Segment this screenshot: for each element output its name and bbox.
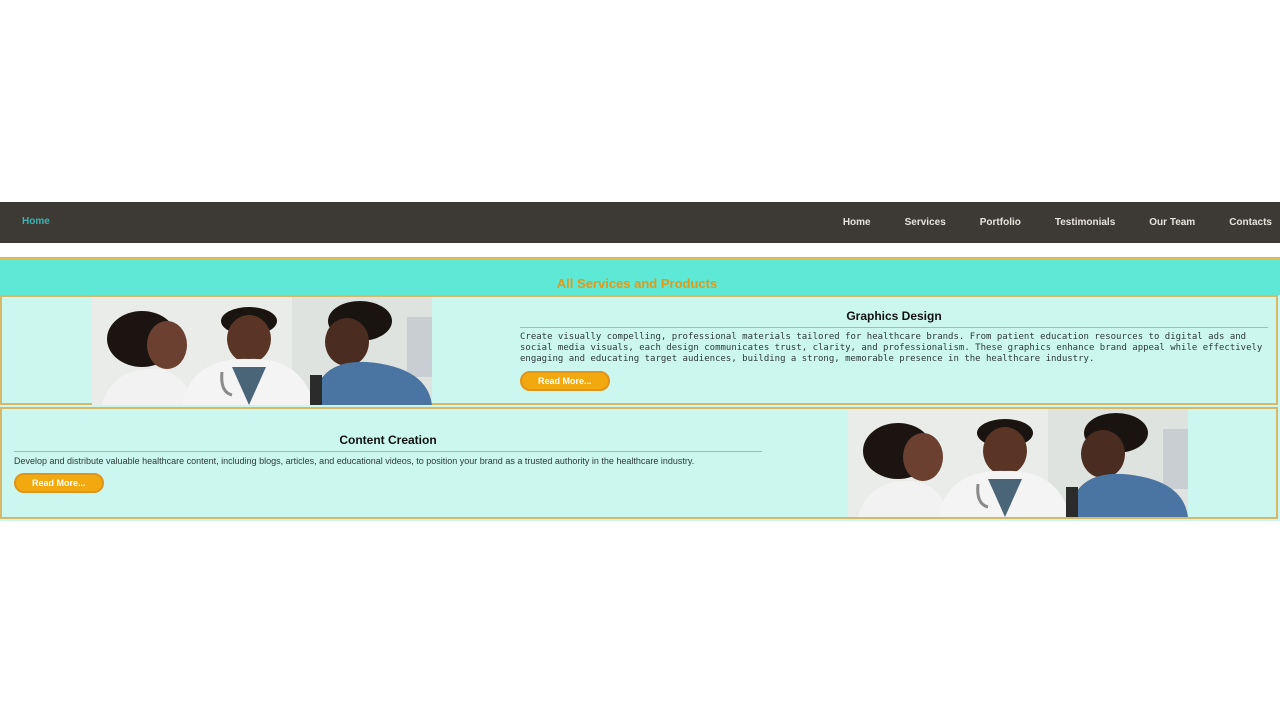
nav-our-team[interactable]: Our Team	[1149, 217, 1195, 228]
nav-portfolio[interactable]: Portfolio	[980, 217, 1021, 228]
card-title: Graphics Design	[520, 309, 1268, 328]
nav-services[interactable]: Services	[905, 217, 946, 228]
card-title: Content Creation	[14, 433, 762, 452]
doctors-photo	[92, 297, 432, 405]
nav-home[interactable]: Home	[843, 217, 871, 228]
brand-link[interactable]: Home	[22, 216, 50, 227]
read-more-button[interactable]: Read More...	[520, 371, 610, 391]
services-section: All Services and Products Graphics Desig…	[0, 257, 1280, 521]
services-header: All Services and Products	[0, 259, 1280, 295]
card-description: Develop and distribute valuable healthca…	[14, 456, 695, 466]
services-title: All Services and Products	[556, 276, 718, 291]
service-card-content-creation: Content Creation Develop and distribute …	[0, 407, 1278, 519]
nav-testimonials[interactable]: Testimonials	[1055, 217, 1115, 228]
nav-contacts[interactable]: Contacts	[1229, 217, 1272, 228]
graphics-design-text: Graphics Design Create visually compelli…	[520, 309, 1268, 391]
navbar: Home Home Services Portfolio Testimonial…	[0, 202, 1280, 243]
content-creation-text: Content Creation Develop and distribute …	[14, 433, 762, 493]
nav-links: Home Services Portfolio Testimonials Our…	[843, 202, 1280, 243]
service-card-graphics-design: Graphics Design Create visually compelli…	[0, 295, 1278, 405]
read-more-button[interactable]: Read More...	[14, 473, 104, 493]
card-description: Create visually compelling, professional…	[520, 332, 1263, 364]
doctors-photo	[848, 409, 1188, 517]
